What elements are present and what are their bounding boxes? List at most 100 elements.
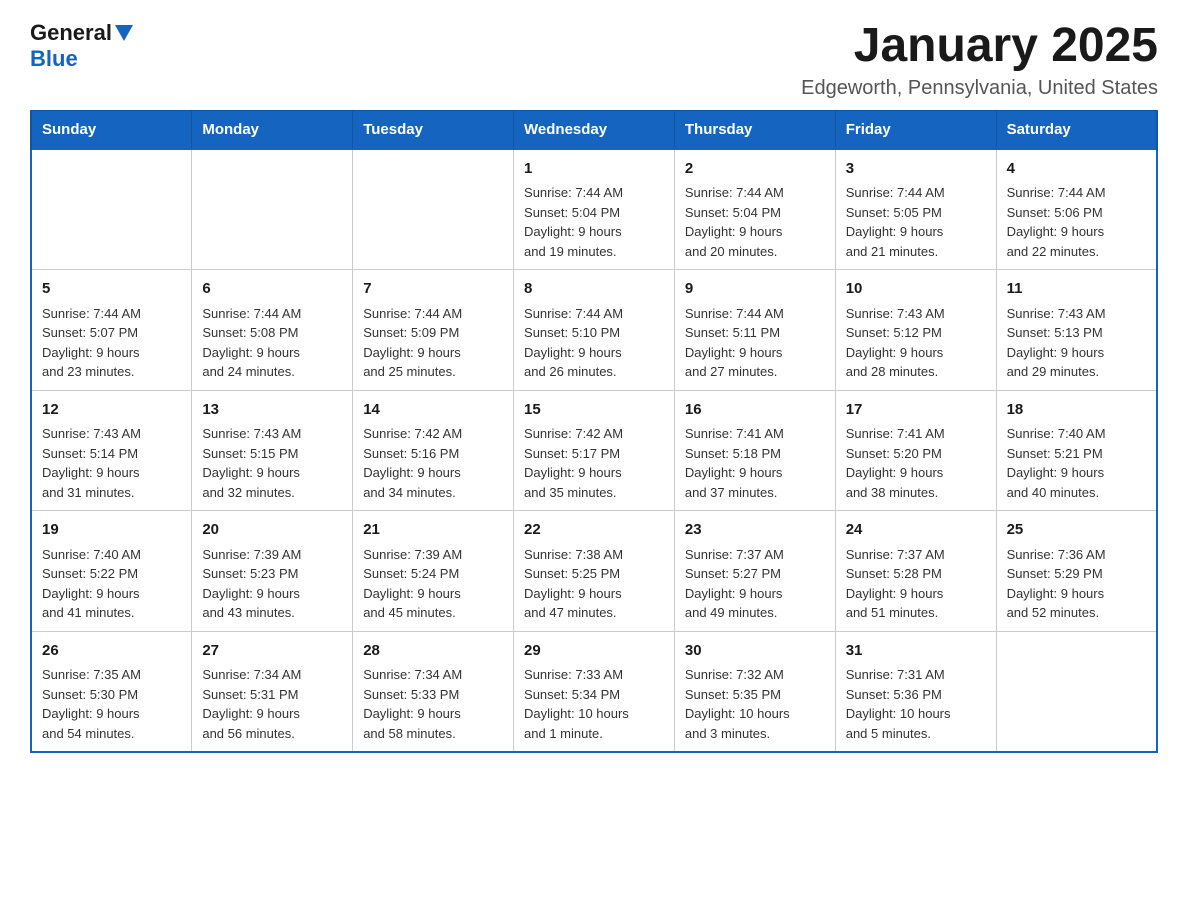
day-info-line: Sunrise: 7:43 AM <box>202 424 342 444</box>
day-number: 15 <box>524 399 664 422</box>
day-info-line: Sunset: 5:24 PM <box>363 564 503 584</box>
day-info-line: Sunset: 5:11 PM <box>685 323 825 343</box>
day-info-line: Daylight: 9 hours <box>202 343 342 363</box>
day-info-line: Daylight: 10 hours <box>846 704 986 724</box>
day-info-line: Sunset: 5:36 PM <box>846 685 986 705</box>
day-info-line: Sunrise: 7:37 AM <box>846 545 986 565</box>
day-info-line: and 32 minutes. <box>202 483 342 503</box>
calendar-cell: 20Sunrise: 7:39 AMSunset: 5:23 PMDayligh… <box>192 511 353 632</box>
day-number: 23 <box>685 519 825 542</box>
day-info-line: Sunset: 5:20 PM <box>846 444 986 464</box>
day-info-line: and 24 minutes. <box>202 362 342 382</box>
calendar-cell: 5Sunrise: 7:44 AMSunset: 5:07 PMDaylight… <box>31 270 192 391</box>
day-info-line: and 56 minutes. <box>202 724 342 744</box>
day-info-line: and 26 minutes. <box>524 362 664 382</box>
day-info-line: Daylight: 9 hours <box>524 222 664 242</box>
calendar-cell: 29Sunrise: 7:33 AMSunset: 5:34 PMDayligh… <box>514 631 675 752</box>
calendar-cell <box>31 149 192 270</box>
day-info-line: Sunset: 5:31 PM <box>202 685 342 705</box>
day-info-line: Daylight: 9 hours <box>363 343 503 363</box>
calendar-cell: 27Sunrise: 7:34 AMSunset: 5:31 PMDayligh… <box>192 631 353 752</box>
day-info-line: and 28 minutes. <box>846 362 986 382</box>
day-info-line: and 58 minutes. <box>363 724 503 744</box>
calendar-cell <box>996 631 1157 752</box>
day-number: 12 <box>42 399 181 422</box>
calendar-cell: 11Sunrise: 7:43 AMSunset: 5:13 PMDayligh… <box>996 270 1157 391</box>
day-info-line: Daylight: 9 hours <box>846 584 986 604</box>
weekday-header-monday: Monday <box>192 110 353 149</box>
day-info-line: and 31 minutes. <box>42 483 181 503</box>
calendar-cell: 2Sunrise: 7:44 AMSunset: 5:04 PMDaylight… <box>674 149 835 270</box>
weekday-header-sunday: Sunday <box>31 110 192 149</box>
day-info-line: Sunrise: 7:39 AM <box>363 545 503 565</box>
day-info-line: Sunrise: 7:44 AM <box>363 304 503 324</box>
calendar-cell: 15Sunrise: 7:42 AMSunset: 5:17 PMDayligh… <box>514 390 675 511</box>
day-info-line: and 40 minutes. <box>1007 483 1146 503</box>
day-number: 2 <box>685 158 825 181</box>
day-info-line: Sunset: 5:12 PM <box>846 323 986 343</box>
day-info-line: Sunrise: 7:34 AM <box>202 665 342 685</box>
day-number: 20 <box>202 519 342 542</box>
day-number: 24 <box>846 519 986 542</box>
day-info-line: Daylight: 9 hours <box>524 584 664 604</box>
day-info-line: and 37 minutes. <box>685 483 825 503</box>
day-info-line: Sunrise: 7:44 AM <box>42 304 181 324</box>
calendar-week-row: 1Sunrise: 7:44 AMSunset: 5:04 PMDaylight… <box>31 149 1157 270</box>
day-info-line: Daylight: 9 hours <box>363 704 503 724</box>
calendar-cell: 16Sunrise: 7:41 AMSunset: 5:18 PMDayligh… <box>674 390 835 511</box>
page-header: General Blue January 2025 Edgeworth, Pen… <box>30 20 1158 100</box>
day-info-line: Sunset: 5:34 PM <box>524 685 664 705</box>
day-number: 16 <box>685 399 825 422</box>
calendar-cell: 12Sunrise: 7:43 AMSunset: 5:14 PMDayligh… <box>31 390 192 511</box>
day-info-line: and 52 minutes. <box>1007 603 1146 623</box>
day-info-line: Sunrise: 7:40 AM <box>42 545 181 565</box>
day-info-line: Daylight: 9 hours <box>1007 463 1146 483</box>
day-info-line: and 1 minute. <box>524 724 664 744</box>
day-info-line: Sunset: 5:13 PM <box>1007 323 1146 343</box>
weekday-header-saturday: Saturday <box>996 110 1157 149</box>
day-number: 18 <box>1007 399 1146 422</box>
calendar-cell <box>192 149 353 270</box>
day-info-line: Daylight: 9 hours <box>685 222 825 242</box>
day-number: 13 <box>202 399 342 422</box>
day-info-line: Sunset: 5:30 PM <box>42 685 181 705</box>
day-info-line: Sunrise: 7:44 AM <box>685 183 825 203</box>
day-number: 19 <box>42 519 181 542</box>
day-info-line: Daylight: 10 hours <box>685 704 825 724</box>
day-info-line: Sunset: 5:10 PM <box>524 323 664 343</box>
day-info-line: Daylight: 10 hours <box>524 704 664 724</box>
day-info-line: Daylight: 9 hours <box>363 463 503 483</box>
day-number: 29 <box>524 640 664 663</box>
day-info-line: Daylight: 9 hours <box>1007 343 1146 363</box>
day-info-line: Sunset: 5:21 PM <box>1007 444 1146 464</box>
day-number: 28 <box>363 640 503 663</box>
weekday-header-friday: Friday <box>835 110 996 149</box>
day-info-line: and 3 minutes. <box>685 724 825 744</box>
day-info-line: Daylight: 9 hours <box>1007 584 1146 604</box>
weekday-header-wednesday: Wednesday <box>514 110 675 149</box>
title-section: January 2025 Edgeworth, Pennsylvania, Un… <box>801 20 1158 100</box>
day-info-line: Daylight: 9 hours <box>685 584 825 604</box>
day-info-line: Sunrise: 7:41 AM <box>846 424 986 444</box>
day-number: 1 <box>524 158 664 181</box>
day-info-line: and 51 minutes. <box>846 603 986 623</box>
day-info-line: Sunset: 5:27 PM <box>685 564 825 584</box>
day-number: 10 <box>846 278 986 301</box>
day-info-line: Sunrise: 7:43 AM <box>1007 304 1146 324</box>
day-info-line: Sunset: 5:33 PM <box>363 685 503 705</box>
day-info-line: and 5 minutes. <box>846 724 986 744</box>
day-info-line: Daylight: 9 hours <box>846 222 986 242</box>
calendar-cell: 10Sunrise: 7:43 AMSunset: 5:12 PMDayligh… <box>835 270 996 391</box>
calendar-week-row: 12Sunrise: 7:43 AMSunset: 5:14 PMDayligh… <box>31 390 1157 511</box>
day-number: 14 <box>363 399 503 422</box>
day-info-line: Sunrise: 7:40 AM <box>1007 424 1146 444</box>
calendar-cell: 8Sunrise: 7:44 AMSunset: 5:10 PMDaylight… <box>514 270 675 391</box>
calendar-cell: 25Sunrise: 7:36 AMSunset: 5:29 PMDayligh… <box>996 511 1157 632</box>
day-info-line: Daylight: 9 hours <box>202 704 342 724</box>
day-info-line: Sunrise: 7:44 AM <box>202 304 342 324</box>
day-info-line: Sunset: 5:05 PM <box>846 203 986 223</box>
day-info-line: Sunset: 5:22 PM <box>42 564 181 584</box>
day-info-line: Daylight: 9 hours <box>685 463 825 483</box>
day-number: 7 <box>363 278 503 301</box>
day-info-line: Sunrise: 7:32 AM <box>685 665 825 685</box>
